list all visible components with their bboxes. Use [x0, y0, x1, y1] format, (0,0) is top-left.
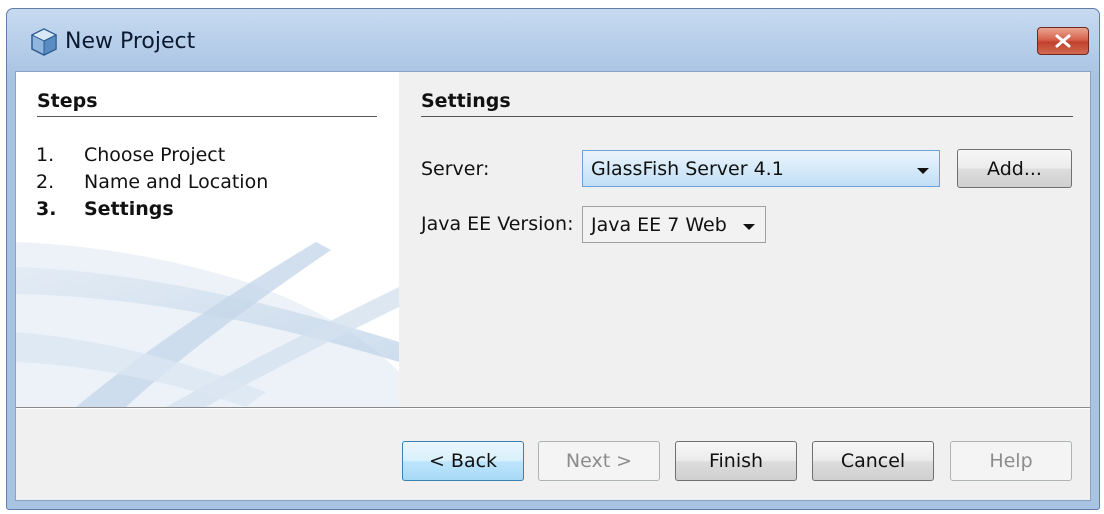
server-label: Server: [421, 158, 490, 180]
netbeans-cube-icon [30, 28, 58, 56]
close-x-icon [1055, 34, 1071, 48]
settings-header: Settings [421, 90, 1073, 117]
step-settings: 3. Settings [36, 198, 174, 220]
step-number: 1. [36, 144, 55, 166]
footer-divider [16, 407, 1090, 409]
steps-header: Steps [37, 90, 377, 117]
server-select-value: GlassFish Server 4.1 [591, 157, 784, 180]
back-button[interactable]: < Back [402, 441, 524, 481]
step-name-and-location: 2. Name and Location [36, 171, 268, 193]
javaee-version-select[interactable]: Java EE 7 Web [582, 206, 766, 243]
step-number: 3. [36, 198, 57, 220]
next-button[interactable]: Next > [538, 441, 660, 481]
server-select[interactable]: GlassFish Server 4.1 [582, 150, 940, 187]
steps-panel: Steps 1. Choose Project 2. Name and Locati… [16, 72, 399, 407]
step-label: Choose Project [84, 144, 226, 166]
javaee-version-label: Java EE Version: [421, 213, 574, 235]
new-project-dialog: New Project Steps 1. Choose Project 2. N… [6, 8, 1100, 510]
step-number: 2. [36, 171, 55, 193]
finish-button[interactable]: Finish [675, 441, 797, 481]
chevron-down-icon [743, 223, 755, 230]
window-title: New Project [65, 29, 196, 54]
decorative-swoosh-graphic [16, 242, 399, 407]
step-label: Settings [84, 198, 174, 220]
javaee-version-select-value: Java EE 7 Web [591, 213, 727, 236]
close-button[interactable] [1037, 27, 1089, 55]
add-server-button[interactable]: Add... [957, 149, 1072, 188]
dialog-content: Steps 1. Choose Project 2. Name and Locati… [15, 71, 1091, 501]
title-bar[interactable]: New Project [7, 9, 1099, 77]
step-choose-project: 1. Choose Project [36, 144, 225, 166]
help-button[interactable]: Help [950, 441, 1072, 481]
cancel-button[interactable]: Cancel [812, 441, 934, 481]
step-label: Name and Location [84, 171, 269, 193]
chevron-down-icon [917, 167, 929, 174]
